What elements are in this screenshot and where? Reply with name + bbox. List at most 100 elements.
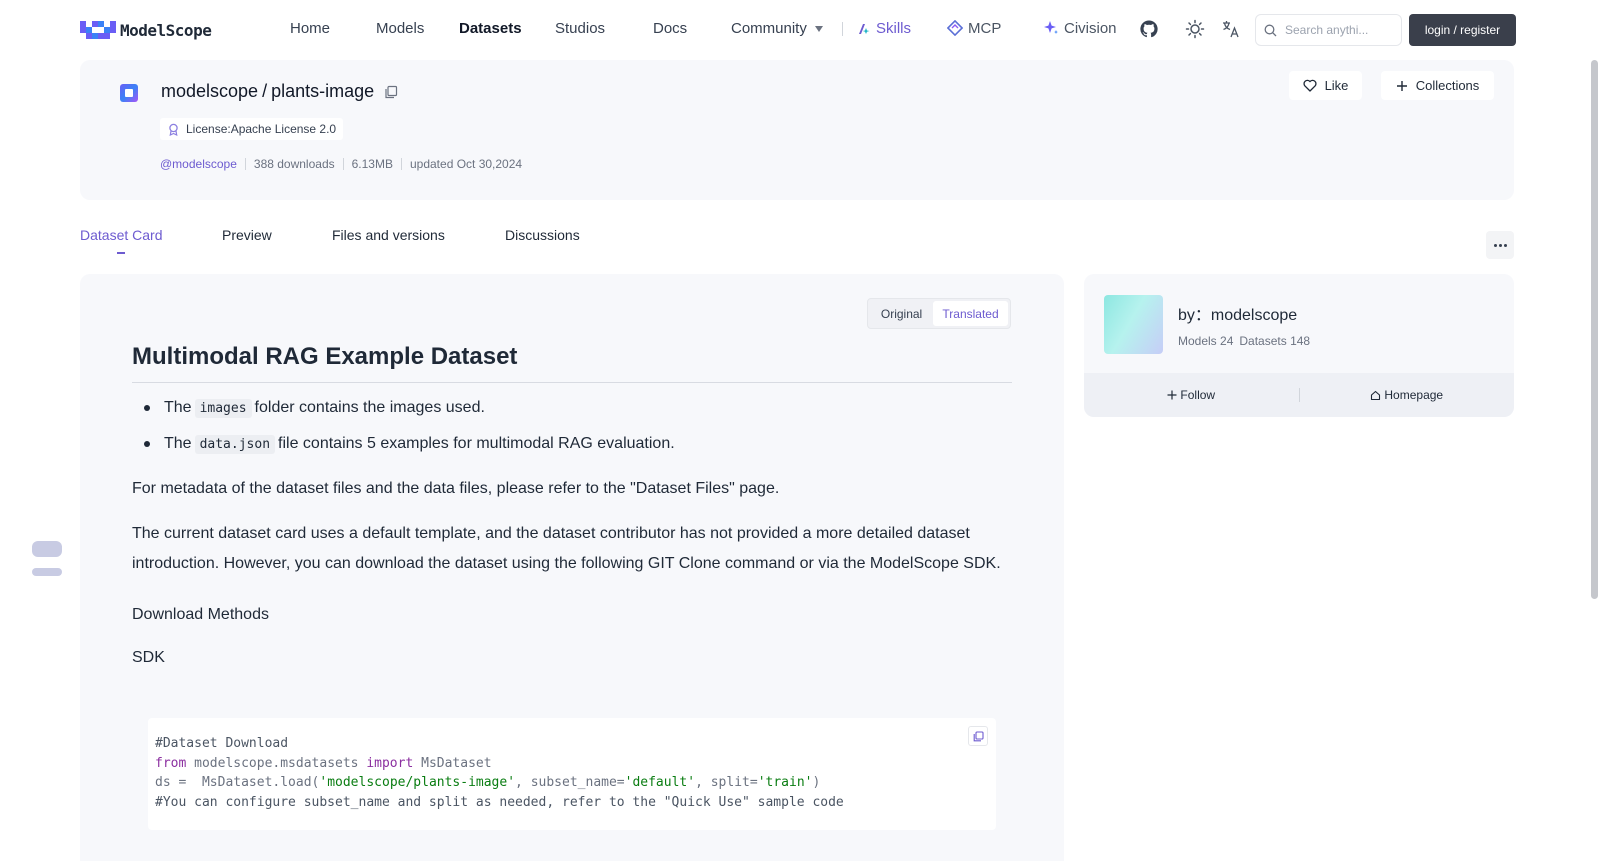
- publisher-card: by：modelscope Models 24 Datasets 148 Fol…: [1084, 274, 1514, 417]
- nav-home[interactable]: Home: [290, 20, 330, 37]
- license-badge[interactable]: License:Apache License 2.0: [160, 118, 344, 140]
- publisher-stats: Models 24 Datasets 148: [1178, 334, 1310, 348]
- code-segment: , split=: [695, 775, 758, 790]
- plus-icon: [1167, 390, 1177, 400]
- nav-divider: [842, 22, 843, 36]
- translated-toggle[interactable]: Translated: [933, 301, 1008, 326]
- title-slash: /: [262, 81, 268, 101]
- nav-studios[interactable]: Studios: [555, 20, 605, 37]
- datasets-count: Datasets 148: [1239, 334, 1311, 348]
- mcp-icon: [947, 20, 963, 36]
- code-segment: ): [812, 775, 821, 790]
- bullet-text: folder contains the images used.: [254, 399, 485, 416]
- download-count: 388 downloads: [253, 157, 335, 171]
- publisher-actions: Follow Homepage: [1084, 373, 1514, 417]
- search-input[interactable]: [1285, 23, 1385, 37]
- dataset-meta: @modelscope 388 downloads 6.13MB updated…: [160, 157, 522, 171]
- inline-code: data.json: [194, 435, 276, 454]
- meta-divider: [342, 158, 344, 170]
- dataset-header-card: modelscope / plants-image License:Apache…: [80, 60, 1514, 200]
- theme-icon[interactable]: [1185, 19, 1205, 39]
- copy-code-button[interactable]: [968, 726, 988, 746]
- updated-date: updated Oct 30,2024: [409, 157, 523, 171]
- logo-mark-icon: [80, 21, 116, 39]
- dataset-owner[interactable]: modelscope: [161, 81, 258, 102]
- list-item: The data.json file contains 5 examples for…: [132, 432, 675, 468]
- login-register-button[interactable]: login / register: [1409, 14, 1516, 46]
- nav-community[interactable]: Community: [731, 20, 823, 37]
- meta-divider: [400, 158, 402, 170]
- search-box[interactable]: [1255, 14, 1402, 46]
- homepage-label: Homepage: [1384, 388, 1444, 402]
- models-count: Models 24: [1178, 334, 1234, 348]
- github-icon[interactable]: [1139, 19, 1159, 39]
- avatar[interactable]: [1104, 295, 1163, 354]
- nav-civision-label: Civision: [1064, 20, 1117, 37]
- more-icon: [1503, 243, 1507, 247]
- more-options-button[interactable]: [1486, 231, 1514, 259]
- active-tab-indicator: [117, 252, 125, 254]
- card-bullet-list: The images folder contains the images used…: [132, 396, 675, 468]
- follow-label: Follow: [1180, 388, 1216, 402]
- inline-code: images: [194, 399, 252, 418]
- homepage-button[interactable]: Homepage: [1300, 388, 1515, 402]
- code-line: ds = MsDataset.load('modelscope/plants-i…: [155, 773, 989, 793]
- publisher-name[interactable]: by：modelscope: [1178, 301, 1297, 325]
- nav-models[interactable]: Models: [376, 20, 424, 37]
- list-item: The images folder contains the images used…: [132, 396, 675, 432]
- code-string: 'modelscope/plants-image': [319, 775, 516, 790]
- nav-docs[interactable]: Docs: [653, 20, 687, 37]
- floating-help-widget[interactable]: [32, 541, 62, 577]
- card-heading: Multimodal RAG Example Dataset: [132, 343, 1012, 383]
- more-icon: [1493, 243, 1497, 247]
- bullet-text: The: [164, 435, 192, 452]
- nav-mcp-label: MCP: [968, 20, 1002, 37]
- heart-icon: [1303, 79, 1317, 92]
- original-toggle[interactable]: Original: [870, 301, 933, 326]
- dataset-card-content: Original Translated Multimodal RAG Examp…: [80, 274, 1064, 861]
- modelscope-logo[interactable]: ModelScope: [80, 19, 212, 41]
- tab-files-and-versions[interactable]: Files and versions: [332, 227, 445, 243]
- dataset-name: plants-image: [271, 81, 375, 101]
- code-keyword: from: [155, 755, 187, 771]
- nav-community-label: Community: [731, 20, 807, 37]
- sparkle-icon: [1044, 21, 1058, 34]
- nav-skills[interactable]: Skills: [857, 20, 911, 37]
- like-button[interactable]: Like: [1289, 71, 1362, 100]
- code-segment: , subset_name=: [515, 775, 625, 790]
- dataset-title: modelscope / plants-image: [161, 81, 398, 102]
- metadata-paragraph: For metadata of the dataset files and th…: [132, 480, 780, 497]
- code-string: 'default': [624, 775, 696, 790]
- nav-mcp[interactable]: MCP: [947, 20, 1001, 37]
- follow-button[interactable]: Follow: [1084, 388, 1299, 402]
- logo-text: ModelScope: [120, 20, 212, 40]
- copy-icon[interactable]: [384, 85, 398, 99]
- license-text: License:Apache License 2.0: [186, 122, 337, 136]
- collections-button[interactable]: Collections: [1381, 71, 1494, 100]
- translation-toggle: Original Translated: [867, 298, 1011, 329]
- download-methods-heading: Download Methods: [132, 606, 269, 623]
- code-module: modelscope.msdatasets: [186, 755, 367, 771]
- tab-dataset-card[interactable]: Dataset Card: [80, 227, 162, 243]
- copy-icon: [973, 730, 984, 741]
- top-navbar: ModelScope Home Models Datasets Studios …: [0, 0, 1600, 60]
- author-link[interactable]: @modelscope: [160, 157, 237, 171]
- skills-icon: [859, 24, 870, 34]
- tab-preview[interactable]: Preview: [222, 227, 272, 243]
- tab-discussions[interactable]: Discussions: [505, 227, 580, 243]
- sdk-code-block[interactable]: #Dataset Download from modelscope.msdata…: [148, 718, 996, 830]
- dataset-icon: [120, 84, 138, 102]
- page-scrollbar[interactable]: [1591, 60, 1598, 599]
- nav-civision[interactable]: Civision: [1043, 20, 1117, 37]
- nav-skills-label: Skills: [876, 20, 912, 37]
- code-line: #Dataset Download: [155, 736, 289, 751]
- bullet-text: file contains 5 examples for multimodal …: [278, 435, 675, 452]
- search-icon: [1264, 24, 1277, 36]
- language-icon[interactable]: [1221, 19, 1241, 39]
- code-string: 'train': [757, 775, 813, 790]
- dataset-size: 6.13MB: [351, 157, 393, 171]
- home-icon: [1371, 390, 1381, 400]
- nav-datasets[interactable]: Datasets: [459, 20, 522, 37]
- code-keyword: import: [366, 755, 414, 771]
- template-paragraph: The current dataset card uses a default …: [132, 525, 1001, 572]
